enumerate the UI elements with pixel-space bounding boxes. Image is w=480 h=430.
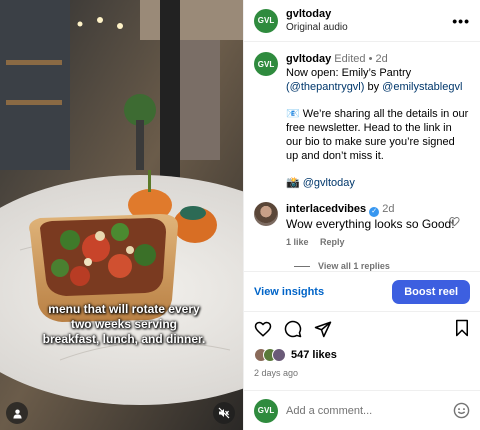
food-photo [0,0,243,430]
reel-video[interactable]: menu that will rotate every two weeks se… [0,0,243,430]
caption-line: menu that will rotate every [48,302,200,316]
likes-row[interactable]: 547 likes [244,346,480,364]
share-button[interactable] [314,320,332,338]
heart-icon [254,321,272,337]
likes-count[interactable]: 547 likes [291,349,337,361]
avatar: GVL [254,398,278,423]
caption-username[interactable]: gvltoday [286,53,331,65]
action-bar [244,312,480,346]
insights-bar: View insights Boost reel [244,272,480,312]
original-audio-link[interactable]: Original audio [286,21,452,34]
comment-body: interlacedvibes ✓ 2d Wow everything look… [286,202,470,249]
comment-time: 2d [382,203,395,215]
caption-line: breakfast, lunch, and dinner. [42,332,206,346]
avatar[interactable]: GVL [254,8,278,33]
like-button[interactable] [254,320,272,338]
more-options-icon[interactable]: ••• [452,13,470,29]
caption-line-1: Now open: Emily’s Pantry [286,67,412,79]
caption-paragraph-text: We’re sharing all the details in our fre… [286,108,469,162]
caption-body: gvltoday Edited • 2d Now open: Emily’s P… [286,52,470,190]
person-icon [12,408,22,419]
divider [294,265,310,267]
caption-line-2: (@thepantrygvl) by @emilystablegvl [286,80,470,94]
emoji-icon[interactable] [453,402,470,419]
avatar[interactable] [254,202,278,226]
heart-icon[interactable] [449,216,460,227]
by-text: by [364,81,383,93]
view-insights-link[interactable]: View insights [254,286,324,298]
tagged-people-button[interactable] [6,402,28,424]
view-replies-button[interactable]: View all 1 replies [294,261,470,271]
comment-meta: interlacedvibes ✓ 2d [286,202,470,217]
avatar[interactable]: GVL [254,52,278,76]
reply-button[interactable]: Reply [320,237,345,247]
caption-time: 2d [375,53,388,65]
comment-icon [284,320,302,338]
comment-text: Wow everything looks so Good! [286,217,455,231]
caption-paragraph: 📧 We’re sharing all the details in our f… [286,107,470,163]
comment-input[interactable]: Add a comment... [286,405,453,417]
camera-icon: 📸 [286,177,300,189]
caption-line: two weeks serving [70,317,178,331]
edited-label: Edited [334,53,366,65]
mention-link[interactable]: @emilystablegvl [382,81,462,93]
comments-section[interactable]: GVL gvltoday Edited • 2d Now open: Emily… [244,42,480,272]
view-replies-label: View all 1 replies [318,261,390,271]
post-age: 2 days ago [254,368,299,378]
post-header: GVL gvltoday Original audio ••• [244,0,480,42]
mention-link[interactable]: @gvltoday [303,177,355,189]
avatar [272,348,286,362]
header-username[interactable]: gvltoday [286,8,452,21]
mention-link[interactable]: (@thepantrygvl) [286,81,364,93]
comment-actions: 1 like Reply [286,235,470,249]
video-caption: menu that will rotate every two weeks se… [24,302,224,347]
post-caption: GVL gvltoday Edited • 2d Now open: Emily… [254,52,470,190]
comment-username[interactable]: interlacedvibes [286,203,366,215]
bookmark-icon [456,319,468,336]
email-icon: 📧 [286,108,300,120]
send-icon [314,321,332,338]
add-comment-bar: GVL Add a comment... [244,390,480,430]
reel-viewer: menu that will rotate every two weeks se… [0,0,480,430]
speaker-muted-icon [218,407,230,419]
comment-button[interactable] [284,320,302,338]
caption-paragraph: 📸 @gvltoday [286,176,470,190]
comment-likes[interactable]: 1 like [286,237,309,247]
save-button[interactable] [454,319,470,340]
post-panel: GVL gvltoday Original audio ••• GVL gvlt… [243,0,480,430]
dot-separator: • [368,53,373,65]
header-text: gvltoday Original audio [286,8,452,34]
caption-meta: gvltoday Edited • 2d [286,52,470,66]
verified-icon: ✓ [369,207,380,217]
boost-reel-button[interactable]: Boost reel [392,279,470,304]
mute-button[interactable] [213,402,235,424]
comment: interlacedvibes ✓ 2d Wow everything look… [254,202,470,249]
